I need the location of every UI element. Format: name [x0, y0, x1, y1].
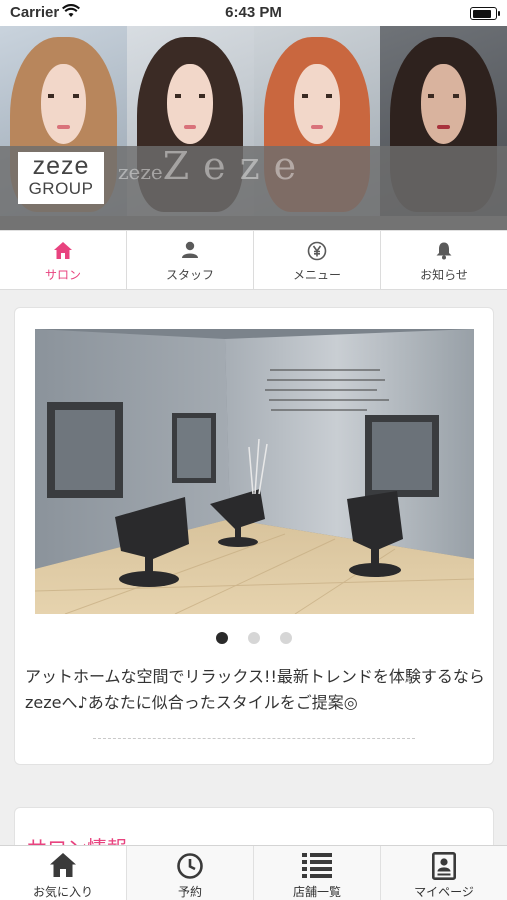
bell-icon: [381, 241, 507, 261]
bottom-tab-reserve[interactable]: 予約: [127, 846, 254, 900]
bottom-tab-mypage[interactable]: マイページ: [381, 846, 507, 900]
hero-banner: zezeZeze zeze GROUP: [0, 26, 507, 230]
salon-description: アットホームな空間でリラックス!!最新トレンドを体験するならzezeへ♪あなたに…: [25, 667, 485, 712]
yen-icon: [254, 241, 380, 261]
bottom-tab-mypage-label: マイページ: [414, 885, 474, 899]
bottom-tab-favorites[interactable]: お気に入り: [0, 846, 127, 900]
tab-news-label: お知らせ: [420, 268, 468, 282]
bottom-tab-stores[interactable]: 店舗一覧: [254, 846, 381, 900]
logo-text-main: zeze: [32, 152, 90, 180]
logo-text-sub: GROUP: [28, 179, 94, 198]
list-icon: [254, 852, 380, 880]
carousel-dot-2[interactable]: [248, 632, 260, 644]
home-icon: [0, 852, 126, 880]
bottom-tab-stores-label: 店舗一覧: [292, 885, 341, 899]
carousel-dot-1[interactable]: [216, 632, 228, 644]
bottom-tab-favorites-label: お気に入り: [32, 885, 93, 899]
tab-staff-label: スタッフ: [165, 268, 214, 282]
battery-fill: [472, 9, 492, 18]
person-icon: [127, 241, 253, 261]
brand-logo: zeze GROUP: [18, 152, 104, 204]
home-icon: [0, 241, 126, 261]
tab-salon[interactable]: サロン: [0, 231, 127, 289]
salon-card: アットホームな空間でリラックス!!最新トレンドを体験するならzezeへ♪あなたに…: [14, 307, 494, 765]
bottom-tab-bar: お気に入り 予約 店舗一覧 マイページ: [0, 845, 507, 900]
carousel-dot-3[interactable]: [280, 632, 292, 644]
tab-staff[interactable]: スタッフ: [127, 231, 254, 289]
carousel-indicator: [15, 629, 493, 648]
dashed-divider: [93, 738, 415, 739]
tab-news[interactable]: お知らせ: [381, 231, 507, 289]
battery-icon: [470, 7, 500, 20]
salon-interior-photo[interactable]: [35, 329, 474, 614]
clock: 6:43 PM: [225, 4, 282, 21]
status-bar: Carrier 6:43 PM: [0, 0, 507, 26]
tab-menu-label: メニュー: [292, 268, 341, 282]
id-card-icon: [381, 851, 507, 880]
bottom-tab-reserve-label: 予約: [177, 885, 202, 899]
hero-watermark-text: zezeZeze: [118, 144, 311, 188]
tab-salon-label: サロン: [44, 268, 81, 282]
top-navigation: サロン スタッフ メニュー お知らせ: [0, 230, 507, 290]
clock-icon: [127, 852, 253, 880]
tab-menu[interactable]: メニュー: [254, 231, 381, 289]
